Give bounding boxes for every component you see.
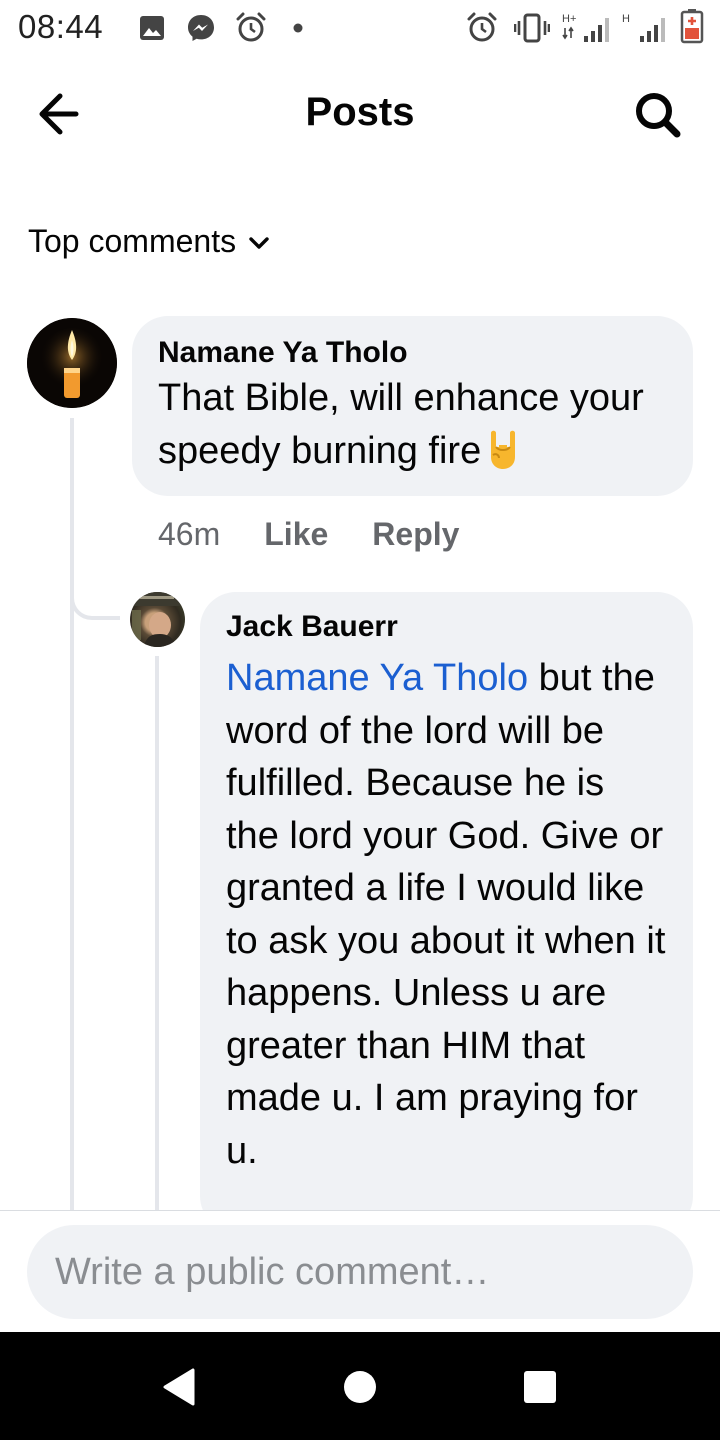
reply-connector xyxy=(70,560,120,620)
comment-time[interactable]: 46m xyxy=(158,516,220,553)
comment-filter-dropdown[interactable]: Top comments xyxy=(28,218,270,264)
comment-text-content: That Bible, will enhance your speedy bur… xyxy=(158,377,644,472)
recents-square-icon[interactable] xyxy=(515,1362,565,1412)
signal-hplus-icon: H+ xyxy=(562,13,609,42)
sign-of-the-horns-emoji-icon xyxy=(491,430,516,469)
reply-author[interactable]: Jack Bauerr xyxy=(226,608,667,646)
avatar[interactable] xyxy=(130,592,185,647)
like-button[interactable]: Like xyxy=(264,516,328,553)
reply-thread-line xyxy=(155,656,159,1210)
filter-label: Top comments xyxy=(28,222,237,259)
chevron-down-icon xyxy=(249,237,269,249)
reply-bubble[interactable]: Jack Bauerr Namane Ya Tholo but the word… xyxy=(200,592,693,1232)
alarm-icon xyxy=(236,12,266,42)
avatar[interactable] xyxy=(27,318,117,408)
status-bar: 08:44 H+ H xyxy=(0,0,720,56)
back-triangle-icon[interactable] xyxy=(155,1362,205,1412)
vibrate-icon xyxy=(514,13,550,43)
signal-h-icon: H xyxy=(622,13,665,42)
thread-line xyxy=(70,418,74,1210)
image-icon xyxy=(140,16,164,40)
reply-text-content: but the word of the lord will be fulfill… xyxy=(226,657,666,1172)
search-icon xyxy=(636,93,681,138)
comment-bubble[interactable]: Namane Ya Tholo That Bible, will enhance… xyxy=(132,316,693,496)
system-nav-bar xyxy=(0,1332,720,1440)
home-circle-icon[interactable] xyxy=(335,1362,385,1412)
profile-photo-icon xyxy=(130,592,185,647)
alarm-icon xyxy=(467,12,497,42)
messenger-icon xyxy=(188,15,214,41)
comment-text: That Bible, will enhance your speedy bur… xyxy=(158,372,667,477)
search-button[interactable] xyxy=(626,86,690,142)
mention-link[interactable]: Namane Ya Tholo xyxy=(226,657,528,699)
app-header: Posts xyxy=(0,56,720,168)
comment-author[interactable]: Namane Ya Tholo xyxy=(158,334,667,372)
comment-composer xyxy=(0,1210,720,1332)
candle-avatar-icon xyxy=(27,318,117,408)
reply-button[interactable]: Reply xyxy=(372,516,459,553)
status-time: 08:44 xyxy=(18,8,104,45)
page-title: Posts xyxy=(305,90,415,134)
comment-input[interactable] xyxy=(27,1225,693,1319)
battery-icon xyxy=(680,9,704,44)
dot-icon xyxy=(293,23,303,33)
svg-text:H: H xyxy=(622,13,630,25)
svg-text:H+: H+ xyxy=(562,13,576,25)
comment-actions: 46m Like Reply xyxy=(158,512,459,556)
reply-text: Namane Ya Tholo but the word of the lord… xyxy=(226,652,667,1177)
